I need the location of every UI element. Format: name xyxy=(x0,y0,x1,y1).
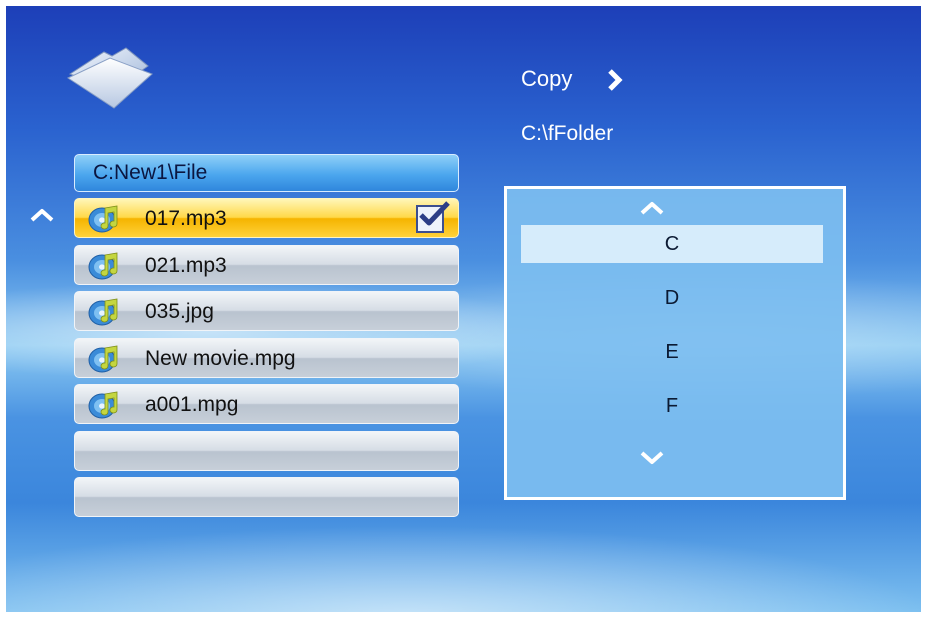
drive-selector: CDEF xyxy=(504,186,846,500)
destination-path: C:\fFolder xyxy=(521,122,614,145)
checkbox-checked[interactable] xyxy=(416,201,450,233)
copy-screen: C:New1\File 017.mp3 021.mp3 035.jpg New mov… xyxy=(6,6,921,612)
file-row[interactable]: 021.mp3 xyxy=(74,245,459,285)
file-name: 035.jpg xyxy=(145,300,214,323)
drive-item[interactable]: D xyxy=(521,279,823,317)
chevron-right-icon xyxy=(608,69,623,91)
drive-item[interactable]: C xyxy=(521,225,823,263)
file-row[interactable]: a001.mpg xyxy=(74,384,459,424)
drive-scroll-down-icon[interactable] xyxy=(640,451,664,465)
current-path-header: C:New1\File xyxy=(74,154,459,192)
music-disc-icon xyxy=(88,345,118,373)
empty-file-row xyxy=(74,431,459,471)
folder-icon xyxy=(66,47,153,109)
music-disc-icon xyxy=(88,391,118,419)
check-icon xyxy=(419,201,450,226)
file-name: 021.mp3 xyxy=(145,254,227,277)
file-name: 017.mp3 xyxy=(145,207,227,230)
file-row[interactable]: 035.jpg xyxy=(74,291,459,331)
drive-scroll-up-icon[interactable] xyxy=(640,201,664,215)
file-row[interactable]: 017.mp3 xyxy=(74,198,459,238)
drive-item[interactable]: E xyxy=(521,333,823,371)
action-label: Copy xyxy=(521,66,573,91)
file-row[interactable]: New movie.mpg xyxy=(74,338,459,378)
drive-item[interactable]: F xyxy=(521,387,823,425)
file-name: a001.mpg xyxy=(145,393,239,416)
music-disc-icon xyxy=(88,252,118,280)
empty-file-row xyxy=(74,477,459,517)
file-name: New movie.mpg xyxy=(145,347,296,370)
scroll-up-icon[interactable] xyxy=(30,208,54,222)
music-disc-icon xyxy=(88,205,118,233)
music-disc-icon xyxy=(88,298,118,326)
